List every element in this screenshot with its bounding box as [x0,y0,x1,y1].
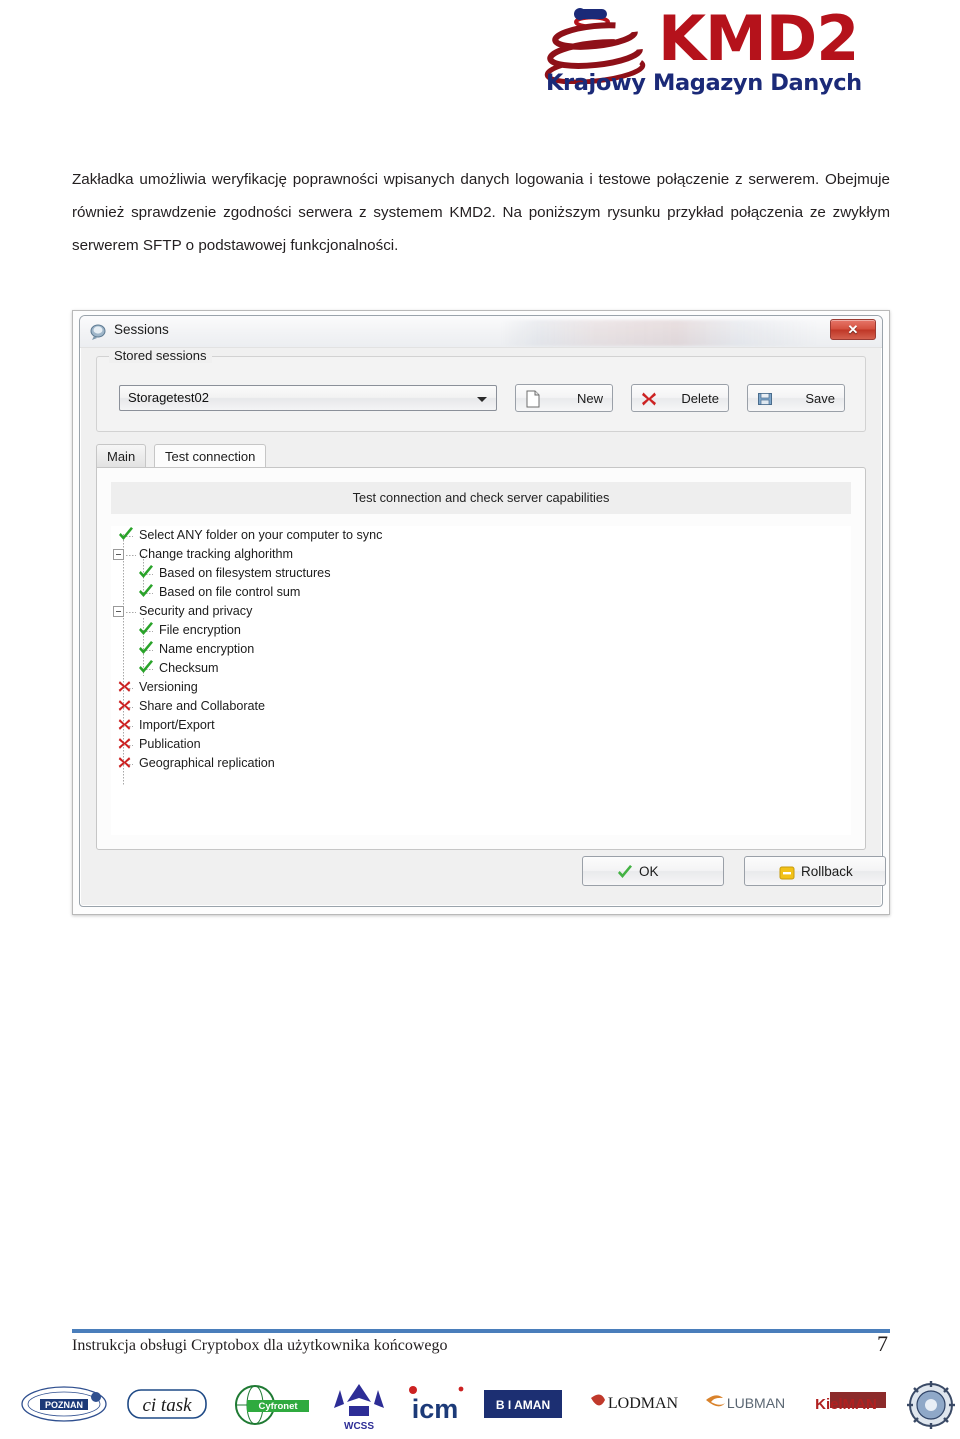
tree-item-label: Change tracking alghorithm [139,547,294,561]
ok-button-label: OK [639,864,659,879]
tree-item-label: Select ANY folder on your computer to sy… [139,528,383,542]
embedded-screenshot: Sessions ✕ Stored sessions Storagetest02… [72,310,890,915]
tree-item-label: Versioning [139,680,198,694]
kielman-logo-text: KielMAN [815,1396,877,1413]
kmd2-logo-header: KMD2 Krajowy Magazyn Danych [540,4,900,104]
green-check-icon [137,640,155,658]
green-check-icon [137,564,155,582]
ci-task-logo-text: ci task [142,1395,192,1416]
titlebar-watermark [500,320,820,346]
icm-logo: icm [400,1378,470,1434]
tree-item-label: File encryption [159,623,241,637]
lodman-logo: LODMAN [585,1378,681,1434]
lubman-logo-text: LUBMAN [727,1395,785,1411]
dialog-title: Sessions [114,322,169,337]
lodman-logo-text: LODMAN [608,1395,679,1412]
new-session-label: New [576,391,603,406]
tree-item-label: Import/Export [139,718,215,732]
footer-rule [72,1329,890,1333]
logo-title: KMD2 [658,2,859,75]
delete-session-label: Delete [681,391,719,406]
tree-item-label: Geographical replication [139,756,275,770]
ci-task-logo: ci task [122,1378,212,1434]
sessions-icon [90,323,108,341]
icm-logo-text: icm [412,1394,459,1424]
logo-subtitle: Krajowy Magazyn Danych [546,70,862,96]
biaman-logo-text: B I AMAN [496,1398,550,1412]
save-session-label: Save [805,391,835,406]
red-x-icon [117,698,132,713]
capabilities-tree[interactable]: Select ANY folder on your computer to sy… [111,526,851,835]
new-page-icon [524,390,542,408]
red-x-icon [117,736,132,751]
ok-button[interactable]: OK [582,856,724,886]
rollback-button-label: Rollback [801,864,853,879]
tree-item-label: Checksum [159,661,219,675]
tree-connector [126,612,136,613]
cyfronet-logo: Cyfronet [225,1378,315,1434]
tab-test-connection[interactable]: Test connection [154,444,267,469]
sponsor-logo-strip: POZNAN ci task Cyfronet WCSS icm B I AMA… [0,1378,960,1436]
dialog-footer: OK Rollback [96,856,886,896]
wcss-logo: WCSS [320,1378,398,1434]
tab-main[interactable]: Main [96,444,147,468]
poznan-logo-text: POZNAN [45,1400,83,1410]
tree-item-label: Based on file control sum [159,585,301,599]
close-icon[interactable]: ✕ [830,319,876,340]
wcss-logo-text: WCSS [344,1421,374,1432]
new-session-button[interactable]: New [515,384,613,412]
chevron-down-icon [477,397,487,402]
red-x-icon [117,679,132,694]
lubman-logo: LUBMAN [700,1378,792,1434]
tabstrip: Main Test connection [96,444,866,469]
test-connection-panel: Test connection and check server capabil… [96,467,866,850]
seal-logo [905,1378,957,1434]
poznan-logo: POZNAN [18,1378,113,1434]
tree-connector [126,555,136,556]
page-number: 7 [877,1331,888,1356]
red-x-icon [117,717,132,732]
tree-item-label: Based on filesystem structures [159,566,331,580]
panel-header-label: Test connection and check server capabil… [111,482,851,514]
tree-item-label: Name encryption [159,642,255,656]
green-check-icon [137,621,155,639]
biaman-logo: B I AMAN [482,1378,564,1434]
stored-sessions-legend: Stored sessions [109,348,212,363]
green-check-icon [137,659,155,677]
expander-minus-icon[interactable] [113,606,124,617]
sessions-dialog: Sessions ✕ Stored sessions Storagetest02… [79,315,886,907]
red-x-icon [640,390,658,408]
tree-item-label: Security and privacy [139,604,253,618]
cyfronet-logo-text: Cyfronet [258,1401,298,1412]
document-paragraph: Zakładka umożliwia weryfikację poprawnoś… [72,171,890,254]
dialog-titlebar: Sessions ✕ [80,316,882,348]
rollback-button[interactable]: Rollback [744,856,886,886]
delete-session-button[interactable]: Delete [631,384,729,412]
red-x-icon [117,755,132,770]
green-check-icon [137,583,155,601]
kielman-logo: KielMAN [800,1378,892,1434]
save-disk-icon [756,390,774,408]
session-select[interactable]: Storagetest02 [119,385,497,411]
green-check-icon [117,526,135,544]
yellow-minus-icon [778,863,796,881]
save-session-button[interactable]: Save [747,384,845,412]
tree-item-label: Share and Collaborate [139,699,266,713]
green-check-icon [616,863,634,881]
footer-text: Instrukcja obsługi Cryptobox dla użytkow… [72,1337,448,1354]
stored-sessions-group: Stored sessions Storagetest02 New Delete… [96,348,866,432]
tree-item-label: Publication [139,737,201,751]
expander-minus-icon[interactable] [113,549,124,560]
session-select-value: Storagetest02 [128,390,209,405]
